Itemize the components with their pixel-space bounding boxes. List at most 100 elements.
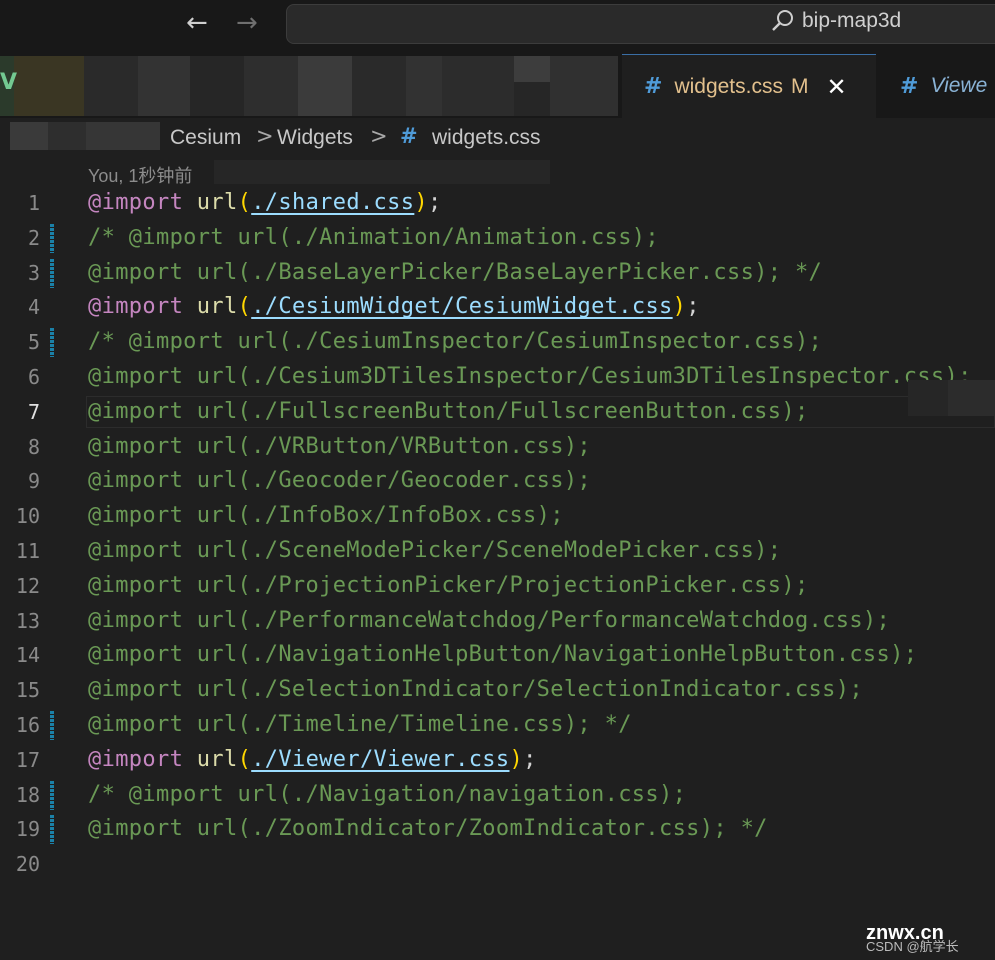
code-line[interactable]: 9 @import url(./Geocoder/Geocoder.css); [0,464,995,499]
line-number: 3 [27,260,40,285]
line-number: 10 [15,504,40,529]
breadcrumb-item-widgets[interactable]: Widgets [277,126,353,150]
line-number: 11 [15,539,40,563]
code-line[interactable]: 12 @import url(./ProjectionPicker/Project… [0,569,995,604]
breadcrumb-item-cesium[interactable]: Cesium [170,126,241,150]
code-token: ./Viewer/Viewer.css [251,746,510,772]
code-token: url [196,746,238,772]
code-text: @import url(./CesiumWidget/CesiumWidget.… [88,290,700,324]
code-line[interactable]: 8 @import url(./VRButton/VRButton.css); [0,430,995,465]
code-line[interactable]: 11 @import url(./SceneModePicker/SceneMod… [0,534,995,569]
code-line[interactable]: 14 @import url(./NavigationHelpButton/Nav… [0,638,995,673]
git-modified-gutter-mark[interactable] [50,328,54,358]
line-number: 19 [15,817,40,842]
code-text: @import url(./ProjectionPicker/Projectio… [88,569,809,603]
modified-badge: M [790,74,809,98]
line-number: 6 [27,365,40,389]
code-text: @import url(./SceneModePicker/SceneModeP… [88,534,781,568]
code-text: @import url(./Cesium3DTilesInspector/Ces… [88,360,972,394]
code-token: @import url(./ProjectionPicker/Projectio… [88,572,809,598]
code-editor[interactable]: 1 @import url(./shared.css); 2 /* @import u… [0,186,995,886]
code-text: @import url(./InfoBox/InfoBox.css); [88,499,564,533]
code-text: @import url(./Timeline/Timeline.css); */ [88,708,632,742]
breadcrumb: Cesium > Widgets > # widgets.css [0,118,995,160]
code-line[interactable]: 10 @import url(./InfoBox/InfoBox.css); [0,499,995,534]
code-token: ) [672,294,687,320]
line-number: 5 [27,330,40,355]
code-token: /* @import url(./Navigation/navigation.c… [88,781,687,807]
code-line[interactable]: 20 [0,847,995,882]
git-modified-gutter-mark[interactable] [50,711,54,740]
code-token: @import url(./NavigationHelpButton/Navig… [88,642,918,668]
code-token: /* @import url(./CesiumInspector/CesiumI… [88,329,823,355]
search-icon [772,10,793,31]
code-line[interactable]: 19 @import url(./ZoomIndicator/ZoomIndica… [0,812,995,847]
code-token: @import url(./Cesium3DTilesInspector/Ces… [88,364,972,389]
back-arrow-icon[interactable]: ← [186,8,208,38]
code-line[interactable]: 16 @import url(./Timeline/Timeline.css); … [0,708,995,743]
code-line[interactable]: 18 /* @import url(./Navigation/navigation… [0,778,995,813]
breadcrumb-item-file[interactable]: widgets.css [432,126,541,150]
code-line[interactable]: 15 @import url(./SelectionIndicator/Selec… [0,673,995,708]
code-token: @import url(./VRButton/VRButton.css); [88,433,592,459]
code-line[interactable]: 5 /* @import url(./CesiumInspector/Cesium… [0,325,995,360]
code-line[interactable]: 1 @import url(./shared.css); [0,186,995,221]
code-text: @import url(./NavigationHelpButton/Navig… [88,638,917,672]
line-number: 7 [27,399,40,424]
redacted-blame [214,160,550,184]
code-line[interactable]: 2 /* @import url(./Animation/Animation.cs… [0,221,995,256]
code-text: @import url(./FullscreenButton/Fullscree… [88,395,809,429]
code-token: /* @import url(./Animation/Animation.css… [88,224,659,250]
git-modified-gutter-mark[interactable] [50,258,54,288]
line-number: 13 [15,608,40,633]
git-modified-gutter-mark[interactable] [50,815,54,845]
code-text: @import url(./SelectionIndicator/Selecti… [88,673,863,707]
vue-icon: V [0,70,18,95]
code-line[interactable]: 3 @import url(./BaseLayerPicker/BaseLayer… [0,256,995,291]
code-token: ) [509,746,524,772]
css-file-icon: # [400,124,418,148]
css-file-icon: # [644,74,663,99]
code-text: @import url(./PerformanceWatchdog/Perfor… [88,604,890,638]
line-number: 4 [27,295,40,320]
code-token: @import [88,294,184,320]
code-token: @import [88,746,184,772]
code-text: @import url(./VRButton/VRButton.css); [88,430,591,464]
code-line[interactable]: 6 @import url(./Cesium3DTilesInspector/Ce… [0,360,995,395]
forward-arrow-icon[interactable]: → [236,8,258,38]
code-token: url [196,190,238,215]
code-token: ./shared.css [251,190,415,215]
code-token: ./CesiumWidget/CesiumWidget.css [251,294,673,320]
tab-label: widgets.css [674,74,783,98]
chevron-right-icon: > [370,124,388,148]
line-number: 9 [27,469,40,494]
tab-widgets-css[interactable]: # widgets.css M ✕ [622,54,876,118]
code-text: @import url(./Geocoder/Geocoder.css); [88,464,591,498]
redacted-region [908,380,948,416]
code-token: ) [414,190,428,215]
code-line[interactable]: 17 @import url(./Viewer/Viewer.css); [0,743,995,778]
git-blame-hint: You, 1秒钟前 [88,166,193,186]
code-line[interactable]: 7 @import url(./FullscreenButton/Fullscre… [0,395,995,430]
code-text: @import url(./shared.css); [88,186,442,220]
code-token: url [196,294,238,320]
code-token: @import url(./BaseLayerPicker/BaseLayerP… [88,259,823,285]
code-line[interactable]: 13 @import url(./PerformanceWatchdog/Perf… [0,604,995,639]
code-text: @import url(./ZoomIndicator/ZoomIndicato… [88,812,768,846]
git-modified-gutter-mark[interactable] [50,780,54,810]
tab-viewer[interactable]: # Viewe [878,54,995,118]
code-text: @import url(./Viewer/Viewer.css); [88,743,537,777]
git-modified-gutter-mark[interactable] [50,223,54,253]
close-icon[interactable]: ✕ [826,73,846,101]
code-token: @import url(./FullscreenButton/Fullscree… [88,398,809,424]
code-text: /* @import url(./Animation/Animation.css… [88,221,659,255]
code-token: @import url(./ZoomIndicator/ZoomIndicato… [88,816,768,842]
line-number: 8 [27,434,40,459]
line-number: 14 [15,643,40,668]
code-token: @import url(./SelectionIndicator/Selecti… [88,677,863,703]
css-file-icon: # [900,73,919,99]
chevron-right-icon: > [256,124,274,148]
code-line[interactable]: 4 @import url(./CesiumWidget/CesiumWidget… [0,290,995,325]
line-number: 2 [27,225,40,250]
